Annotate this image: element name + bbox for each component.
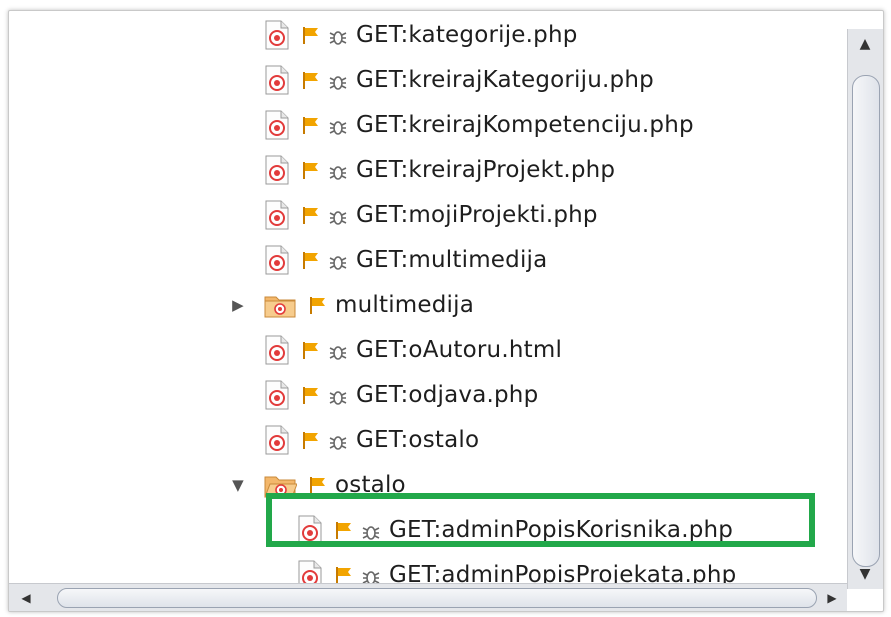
flag-icon [300, 114, 322, 136]
flag-icon [300, 339, 322, 361]
bug-icon [328, 251, 348, 270]
tree-node-kreirajKompetenciju[interactable]: GET:kreirajKompetenciju.php [264, 105, 694, 145]
tree-node-kreirajProjekt[interactable]: GET:kreirajProjekt.php [264, 150, 615, 190]
bug-icon [328, 206, 348, 225]
tree-node-label: GET:multimedija [356, 247, 548, 273]
folder-icon [263, 291, 297, 319]
collapse-arrow-icon[interactable]: ▼ [229, 476, 247, 494]
vertical-scrollbar[interactable]: ▲ ▼ [847, 29, 883, 589]
site-tree-panel: GET:kategorije.php GET:kreirajKategoriju… [8, 10, 884, 612]
tree-node-kategorije[interactable]: GET:kategorije.php [264, 15, 578, 55]
tree-node-label: GET:odjava.php [356, 382, 539, 408]
scroll-left-button[interactable]: ◀ [15, 588, 37, 608]
page-target-icon [264, 20, 290, 50]
tree-folder-multimedija[interactable]: ▶ multimedija [229, 285, 474, 325]
flag-icon [333, 564, 355, 583]
bug-icon [328, 116, 348, 135]
expand-arrow-icon[interactable]: ▶ [229, 296, 247, 314]
flag-icon [307, 294, 329, 316]
page-target-icon [264, 155, 290, 185]
tree-node-label: GET:kategorije.php [356, 22, 578, 48]
tree-node-mojiProjekti[interactable]: GET:mojiProjekti.php [264, 195, 598, 235]
page-target-icon [264, 380, 290, 410]
tree-node-kreirajKategoriju[interactable]: GET:kreirajKategoriju.php [264, 60, 654, 100]
tree-node-ostalo-get[interactable]: GET:ostalo [264, 420, 479, 460]
page-target-icon [264, 335, 290, 365]
tree-node-label: GET:mojiProjekti.php [356, 202, 598, 228]
flag-icon [300, 24, 322, 46]
page-target-icon [264, 425, 290, 455]
tree-node-multimedija-get[interactable]: GET:multimedija [264, 240, 547, 280]
bug-icon [328, 431, 348, 450]
site-tree: GET:kategorije.php GET:kreirajKategoriju… [9, 11, 847, 583]
page-target-icon [264, 200, 290, 230]
page-target-icon [264, 110, 290, 140]
flag-icon [300, 429, 322, 451]
tree-node-label: GET:kreirajKategoriju.php [356, 67, 654, 93]
tree-node-oAutoru[interactable]: GET:oAutoru.html [264, 330, 562, 370]
flag-icon [300, 159, 322, 181]
tree-node-adminPopisProjekata[interactable]: GET:adminPopisProjekata.php [297, 555, 736, 583]
bug-icon [328, 71, 348, 90]
vertical-scroll-thumb[interactable] [852, 75, 880, 567]
flag-icon [300, 384, 322, 406]
scroll-right-button[interactable]: ▶ [821, 588, 843, 608]
bug-icon [328, 161, 348, 180]
bug-icon [328, 386, 348, 405]
highlight-box [266, 493, 815, 547]
bug-icon [361, 566, 381, 583]
flag-icon [300, 249, 322, 271]
tree-node-label: GET:kreirajKompetenciju.php [356, 112, 694, 138]
tree-node-label: GET:oAutoru.html [356, 337, 563, 363]
bug-icon [328, 341, 348, 360]
bug-icon [328, 26, 348, 45]
flag-icon [300, 204, 322, 226]
scroll-down-button[interactable]: ▼ [850, 561, 880, 587]
tree-node-label: multimedija [335, 292, 475, 318]
horizontal-scroll-thumb[interactable] [57, 588, 817, 608]
tree-node-label: GET:ostalo [356, 427, 480, 453]
tree-node-label: GET:adminPopisProjekata.php [389, 562, 737, 583]
flag-icon [300, 69, 322, 91]
scroll-up-button[interactable]: ▲ [850, 31, 880, 57]
page-target-icon [264, 65, 290, 95]
page-target-icon [297, 560, 323, 583]
page-target-icon [264, 245, 290, 275]
tree-node-label: GET:kreirajProjekt.php [356, 157, 616, 183]
horizontal-scrollbar[interactable]: ◀ ▶ [9, 583, 847, 611]
tree-node-odjava[interactable]: GET:odjava.php [264, 375, 538, 415]
